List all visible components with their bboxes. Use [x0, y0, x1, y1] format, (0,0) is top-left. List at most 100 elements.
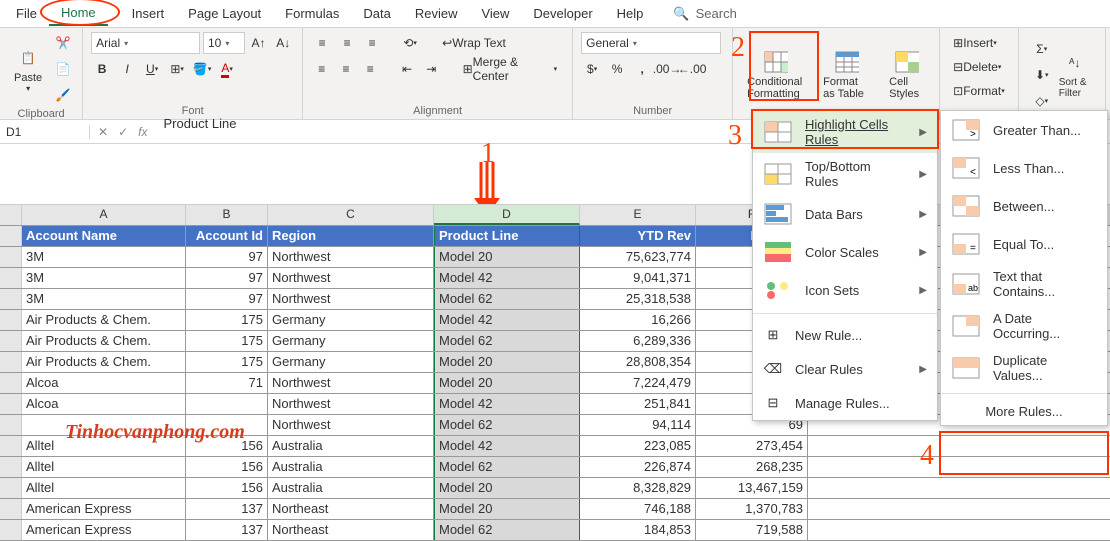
clear-button[interactable]: ◇▾ [1031, 90, 1053, 112]
cell[interactable]: 25,318,538 [580, 289, 696, 309]
insert-cells-button[interactable]: ⊞ Insert ▾ [948, 32, 1002, 54]
conditional-formatting-button[interactable]: Conditional Formatting [741, 46, 811, 104]
col-header-c[interactable]: C [268, 205, 434, 225]
cell[interactable]: Germany [268, 352, 434, 372]
mi-icon-sets[interactable]: Icon Sets ▶ [753, 271, 937, 309]
format-cells-button[interactable]: ⊡ Format ▾ [948, 80, 1010, 102]
tab-file[interactable]: File [4, 2, 49, 25]
cell[interactable]: 156 [186, 457, 268, 477]
name-box[interactable]: D1 [0, 125, 90, 139]
delete-cells-button[interactable]: ⊟ Delete ▾ [948, 56, 1006, 78]
format-as-table-button[interactable]: Format as Table [817, 46, 877, 104]
cell[interactable]: 175 [186, 352, 268, 372]
tab-view[interactable]: View [469, 2, 521, 25]
align-top-button[interactable]: ≡ [311, 32, 333, 54]
cell[interactable]: Northeast [268, 520, 434, 540]
row-header[interactable] [0, 415, 22, 435]
cell[interactable]: Model 42 [434, 436, 580, 456]
row-header[interactable] [0, 457, 22, 477]
mi-between[interactable]: Between... [941, 187, 1107, 225]
wrap-text-button[interactable]: ↩ Wrap Text [435, 32, 513, 54]
cell[interactable]: 251,841 [580, 394, 696, 414]
underline-button[interactable]: U▾ [141, 58, 163, 80]
align-right-button[interactable]: ≡ [360, 58, 381, 80]
row-header[interactable] [0, 373, 22, 393]
format-painter-button[interactable]: 🖌️ [52, 84, 74, 106]
cell[interactable]: Alltel [22, 478, 186, 498]
cell[interactable]: Model 62 [434, 415, 580, 435]
mi-color-scales[interactable]: Color Scales ▶ [753, 233, 937, 271]
cell[interactable]: Model 62 [434, 520, 580, 540]
cell[interactable]: 156 [186, 478, 268, 498]
fill-button[interactable]: ⬇▾ [1031, 64, 1053, 86]
hdr-account-id[interactable]: Account Id [186, 226, 268, 246]
grow-font-button[interactable]: A↑ [248, 32, 270, 54]
mi-clear-rules[interactable]: ⌫ Clear Rules ▶ [753, 352, 937, 386]
cell[interactable]: 175 [186, 331, 268, 351]
search-box[interactable]: 🔍 Search [673, 6, 736, 22]
cell[interactable]: Model 20 [434, 478, 580, 498]
cell[interactable]: 719,588 [696, 520, 808, 540]
comma-button[interactable]: , [631, 58, 653, 80]
row-header[interactable] [0, 352, 22, 372]
select-all-corner[interactable] [0, 205, 22, 225]
cell[interactable]: 7,224,479 [580, 373, 696, 393]
currency-button[interactable]: $▾ [581, 58, 603, 80]
cell[interactable]: Air Products & Chem. [22, 331, 186, 351]
cell[interactable]: 3M [22, 268, 186, 288]
tab-developer[interactable]: Developer [521, 2, 604, 25]
borders-button[interactable]: ⊞▾ [166, 58, 188, 80]
cell[interactable]: Alcoa [22, 373, 186, 393]
align-center-button[interactable]: ≡ [335, 58, 356, 80]
row-header[interactable] [0, 520, 22, 540]
cell[interactable]: 97 [186, 268, 268, 288]
decrease-decimal-button[interactable]: ←.00 [681, 58, 703, 80]
row-header[interactable] [0, 268, 22, 288]
cell[interactable]: Northwest [268, 289, 434, 309]
shrink-font-button[interactable]: A↓ [272, 32, 294, 54]
cell[interactable]: 97 [186, 289, 268, 309]
cell[interactable]: 8,328,829 [580, 478, 696, 498]
cell[interactable]: Northeast [268, 499, 434, 519]
row-header[interactable] [0, 226, 22, 246]
mi-greater-than[interactable]: > Greater Than... [941, 111, 1107, 149]
bold-button[interactable]: B [91, 58, 113, 80]
cell[interactable]: 16,266 [580, 310, 696, 330]
row-header[interactable] [0, 289, 22, 309]
align-middle-button[interactable]: ≡ [336, 32, 358, 54]
italic-button[interactable]: I [116, 58, 138, 80]
col-header-b[interactable]: B [186, 205, 268, 225]
tab-page-layout[interactable]: Page Layout [176, 2, 273, 25]
fill-color-button[interactable]: 🪣▾ [191, 58, 213, 80]
cell[interactable]: 3M [22, 247, 186, 267]
font-size-combo[interactable]: 10▾ [203, 32, 245, 54]
autosum-button[interactable]: Σ▾ [1031, 38, 1053, 60]
mi-text-contains[interactable]: ab Text that Contains... [941, 263, 1107, 305]
cell[interactable]: Model 42 [434, 310, 580, 330]
cell[interactable]: 268,235 [696, 457, 808, 477]
cell[interactable]: Northwest [268, 415, 434, 435]
row-header[interactable] [0, 499, 22, 519]
mi-more-rules[interactable]: More Rules... [941, 398, 1107, 425]
cell[interactable]: Model 20 [434, 499, 580, 519]
row-header[interactable] [0, 247, 22, 267]
cell[interactable]: 71 [186, 373, 268, 393]
cell[interactable]: 175 [186, 310, 268, 330]
merge-center-button[interactable]: ⊞ Merge & Center ▾ [456, 58, 565, 80]
cell[interactable]: Northwest [268, 247, 434, 267]
cell[interactable]: Northwest [268, 268, 434, 288]
cell[interactable]: Alcoa [22, 394, 186, 414]
col-header-a[interactable]: A [22, 205, 186, 225]
paste-button[interactable]: 📋 Paste ▾ [8, 42, 48, 97]
cell[interactable]: Model 62 [434, 331, 580, 351]
cell[interactable]: Model 42 [434, 394, 580, 414]
tab-home[interactable]: Home [49, 1, 108, 26]
increase-decimal-button[interactable]: .00→ [656, 58, 678, 80]
cell[interactable]: Northwest [268, 373, 434, 393]
cell[interactable]: Northwest [268, 394, 434, 414]
percent-button[interactable]: % [606, 58, 628, 80]
mi-new-rule[interactable]: ⊞ New Rule... [753, 318, 937, 352]
mi-data-bars[interactable]: Data Bars ▶ [753, 195, 937, 233]
copy-button[interactable]: 📄 [52, 58, 74, 80]
cell[interactable]: Model 62 [434, 457, 580, 477]
